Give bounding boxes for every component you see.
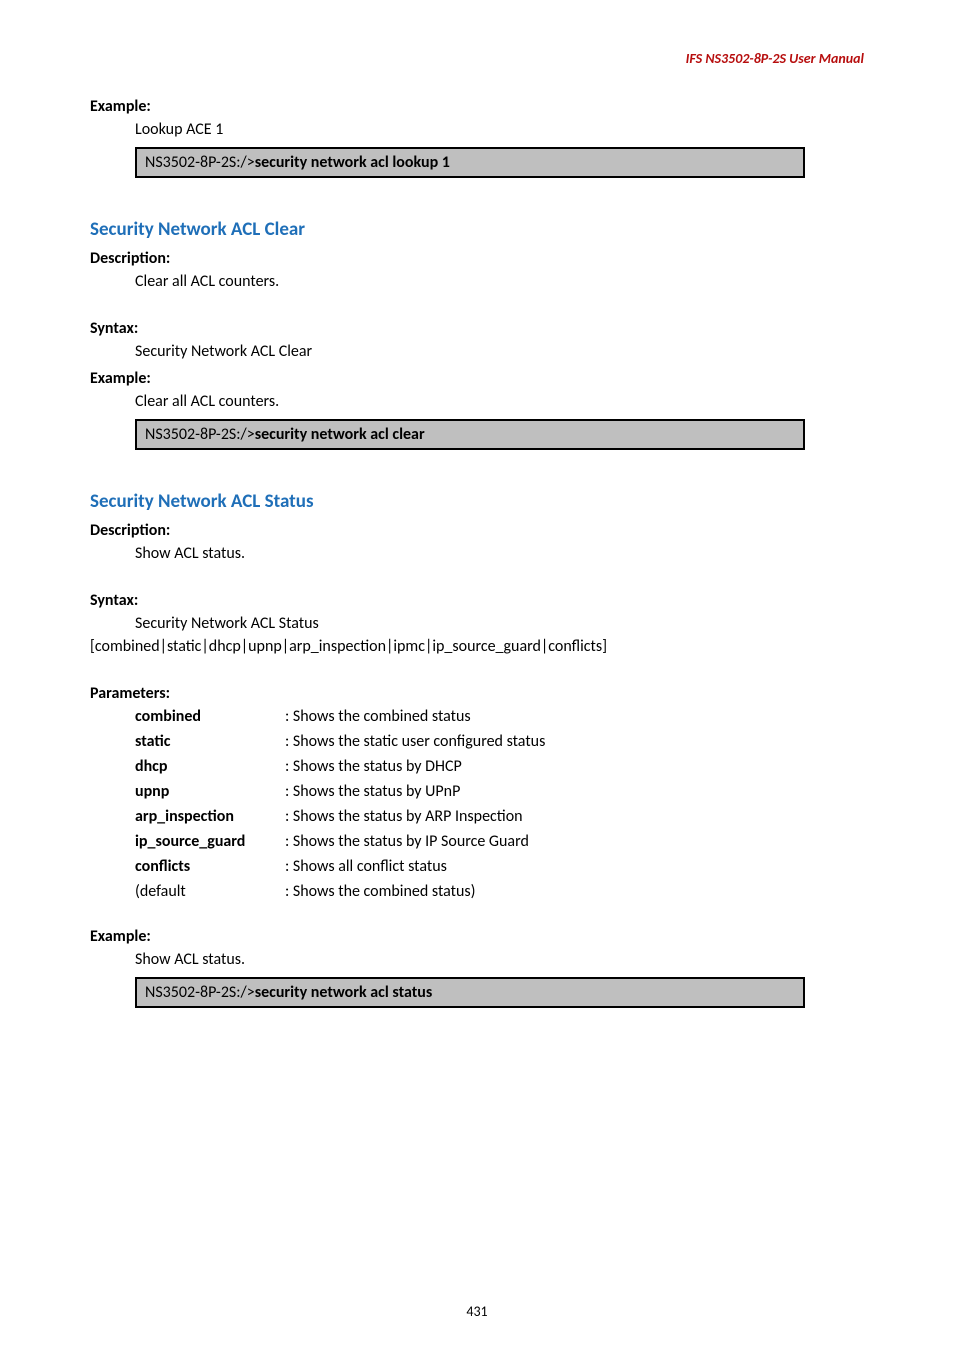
- example-label-2: Example:: [90, 369, 864, 388]
- param-desc: : Shows the status by ARP Inspection: [285, 807, 864, 826]
- param-row: conflicts : Shows all conflict status: [135, 857, 864, 876]
- description-text: Clear all ACL counters.: [135, 272, 864, 291]
- param-row: dhcp : Shows the status by DHCP: [135, 757, 864, 776]
- param-name: conflicts: [135, 857, 285, 876]
- code-box-clear: NS3502-8P-2S:/>security network acl clea…: [135, 419, 805, 450]
- param-desc: : Shows all conflict status: [285, 857, 864, 876]
- param-desc: : Shows the static user configured statu…: [285, 732, 864, 751]
- syntax-text-line1: Security Network ACL Status: [135, 614, 864, 633]
- param-name: combined: [135, 707, 285, 726]
- param-name: arp_inspection: [135, 807, 285, 826]
- param-row: ip_source_guard : Shows the status by IP…: [135, 832, 864, 851]
- param-name: ip_source_guard: [135, 832, 285, 851]
- code-command-2: security network acl clear: [255, 425, 425, 444]
- example-label-3: Example:: [90, 927, 864, 946]
- description-label: Description:: [90, 249, 864, 268]
- syntax-text: Security Network ACL Clear: [135, 342, 864, 361]
- example-text-3: Show ACL status.: [135, 950, 864, 969]
- param-desc: : Shows the status by IP Source Guard: [285, 832, 864, 851]
- param-row: upnp : Shows the status by UPnP: [135, 782, 864, 801]
- syntax-label-3: Syntax:: [90, 591, 864, 610]
- heading-acl-status: Security Network ACL Status: [90, 490, 864, 513]
- param-row: static : Shows the static user configure…: [135, 732, 864, 751]
- param-row: combined : Shows the combined status: [135, 707, 864, 726]
- param-default-name: (default: [135, 882, 285, 901]
- syntax-label: Syntax:: [90, 319, 864, 338]
- heading-acl-clear: Security Network ACL Clear: [90, 218, 864, 241]
- code-box-lookup: NS3502-8P-2S:/>security network acl look…: [135, 147, 805, 178]
- param-name: dhcp: [135, 757, 285, 776]
- param-desc: : Shows the status by DHCP: [285, 757, 864, 776]
- example-label: Example:: [90, 97, 864, 116]
- code-command: security network acl lookup 1: [255, 153, 450, 172]
- param-row-default: (default : Shows the combined status): [135, 882, 864, 901]
- description-text-3: Show ACL status.: [135, 544, 864, 563]
- code-box-status: NS3502-8P-2S:/>security network acl stat…: [135, 977, 805, 1008]
- param-row: arp_inspection : Shows the status by ARP…: [135, 807, 864, 826]
- param-desc: : Shows the status by UPnP: [285, 782, 864, 801]
- param-name: upnp: [135, 782, 285, 801]
- param-name: static: [135, 732, 285, 751]
- example-text-2: Clear all ACL counters.: [135, 392, 864, 411]
- parameters-label: Parameters:: [90, 684, 864, 703]
- param-default-desc: : Shows the combined status): [285, 882, 864, 901]
- code-prefix: NS3502-8P-2S:/>: [145, 153, 255, 172]
- syntax-text-line2: [combined|static|dhcp|upnp|arp_inspectio…: [90, 637, 864, 656]
- code-command-3: security network acl status: [255, 983, 433, 1002]
- page-number: 431: [0, 1303, 954, 1320]
- description-label-3: Description:: [90, 521, 864, 540]
- param-desc: : Shows the combined status: [285, 707, 864, 726]
- code-prefix-2: NS3502-8P-2S:/>: [145, 425, 255, 444]
- code-prefix-3: NS3502-8P-2S:/>: [145, 983, 255, 1002]
- page-header: IFS NS3502-8P-2S User Manual: [90, 50, 864, 67]
- example-text: Lookup ACE 1: [135, 120, 864, 139]
